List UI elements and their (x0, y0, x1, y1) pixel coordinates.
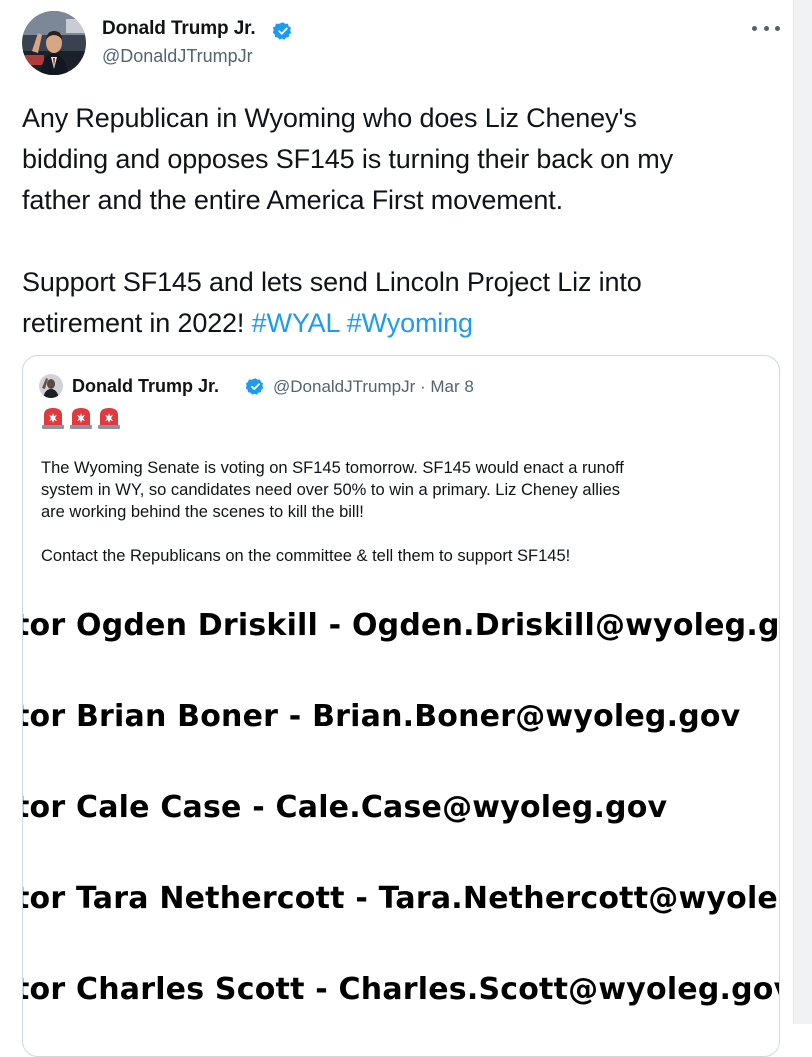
quoted-author-name: Donald Trump Jr. (72, 376, 220, 396)
contact-line: tor Ogden Driskill - Ogden.Driskill@wyol… (23, 608, 779, 643)
more-horizontal-icon[interactable] (752, 18, 780, 38)
hashtag-wyal[interactable]: #WYAL (252, 308, 340, 338)
quoted-meta: @DonaldJTrumpJr · Mar 8 (273, 377, 474, 396)
quoted-tweet-text: The Wyoming Senate is voting on SF145 to… (41, 459, 624, 565)
contact-line: tor Cale Case - Cale.Case@wyoleg.gov (23, 790, 668, 825)
contact-line: tor Charles Scott - Charles.Scott@wyoleg… (23, 972, 779, 1007)
author-avatar[interactable] (22, 11, 86, 75)
verified-badge-icon (246, 378, 264, 395)
quoted-tweet-card[interactable]: Donald Trump Jr. @DonaldJTrumpJr · Mar 8… (22, 355, 780, 1057)
siren-emoji (70, 408, 92, 429)
emoji-row (41, 405, 121, 430)
author-handle[interactable]: @DonaldJTrumpJr (102, 46, 253, 67)
hashtag-wyoming[interactable]: #Wyoming (347, 308, 473, 338)
contact-line: tor Brian Boner - Brian.Boner@wyoleg.gov (23, 699, 741, 734)
tweet-body: Any Republican in Wyoming who does Liz C… (22, 103, 673, 338)
window-edge (793, 0, 812, 1024)
verified-badge-icon (273, 22, 292, 40)
contact-line: tor Tara Nethercott - Tara.Nethercott@wy… (23, 881, 779, 916)
contact-list-image[interactable]: tor Ogden Driskill - Ogden.Driskill@wyol… (23, 594, 779, 1056)
tweet-text: Any Republican in Wyoming who does Liz C… (22, 98, 782, 344)
quoted-author-avatar (39, 374, 63, 398)
siren-emoji (98, 408, 120, 429)
siren-emoji (42, 408, 64, 429)
author-name[interactable]: Donald Trump Jr. (102, 18, 256, 40)
